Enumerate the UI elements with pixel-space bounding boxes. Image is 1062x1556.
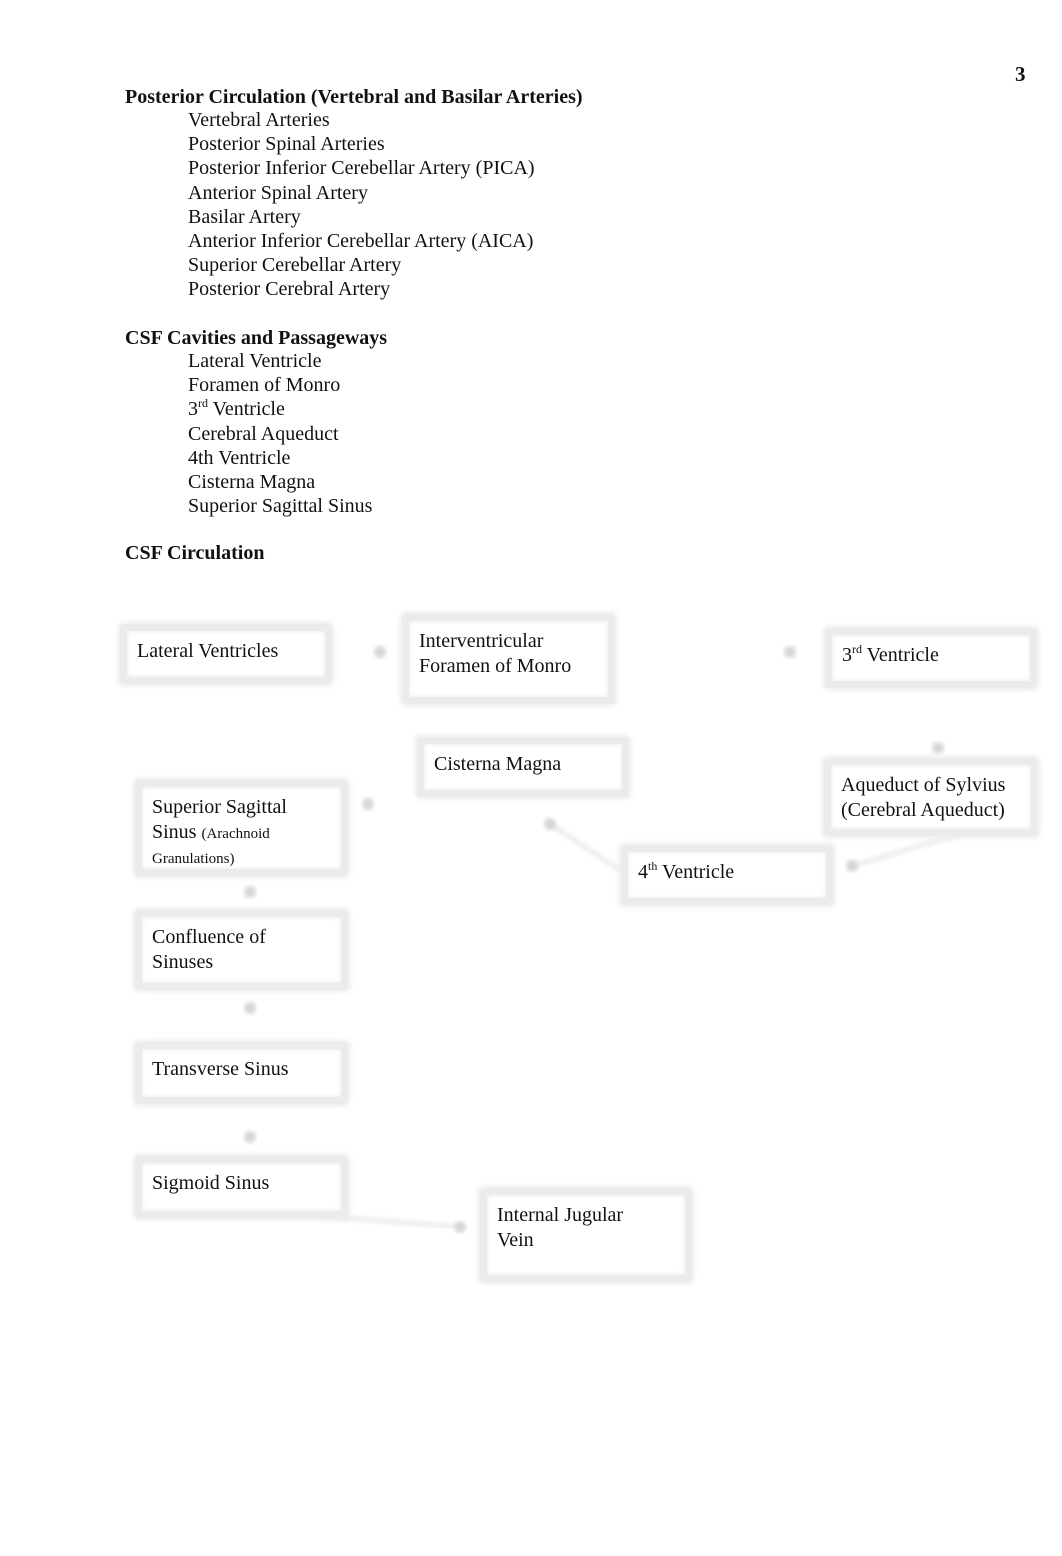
node-transverse-sinus: Transverse Sinus [135, 1042, 348, 1104]
node-text: Sinus [152, 821, 197, 843]
node-label: Aqueduct of Sylvius [841, 774, 1006, 796]
node-label: Cisterna Magna [434, 753, 562, 775]
node-label: (Cerebral Aqueduct) [841, 799, 1005, 821]
list-item: Anterior Spinal Artery [188, 181, 368, 204]
arrow-third-to-aqueduct [932, 690, 944, 754]
node-sigmoid-sinus: Sigmoid Sinus [135, 1156, 348, 1218]
node-superior-sagittal-sinus: Superior Sagittal Sinus (Arachnoid Granu… [135, 780, 348, 876]
ordinal-suffix: rd [852, 642, 862, 656]
ordinal-suffix: rd [198, 396, 208, 411]
ordinal-number: 4 [638, 861, 648, 883]
arrow-fourth-to-cisterna [544, 818, 622, 873]
ordinal-number: 3 [842, 644, 852, 666]
item-text: Ventricle [208, 398, 285, 421]
list-item: Superior Cerebellar Artery [188, 254, 402, 277]
node-text: Ventricle [657, 861, 735, 883]
node-confluence-of-sinuses: Confluence of Sinuses [135, 910, 348, 990]
list-item: Superior Sagittal Sinus [188, 495, 373, 518]
node-fourth-ventricle: 4th Ventricle [621, 845, 833, 905]
node-lateral-ventricles: Lateral Ventricles [120, 624, 332, 684]
arrow-lateral-to-monro [332, 646, 386, 658]
node-internal-jugular-vein: Internal Jugular Vein [480, 1188, 692, 1282]
posterior-circulation-list: Vertebral Arteries Posterior Spinal Arte… [188, 108, 535, 302]
ordinal-number: 3 [188, 398, 198, 421]
list-item: Foramen of Monro [188, 374, 341, 397]
node-label: Transverse Sinus [152, 1058, 289, 1080]
node-label: 3rd Ventricle [842, 643, 1020, 668]
node-label: Interventricular [419, 630, 544, 652]
node-third-ventricle: 3rd Ventricle [825, 628, 1037, 688]
list-item: Lateral Ventricle [188, 350, 322, 372]
arrow-sss-to-confluence [244, 876, 256, 898]
node-label: Lateral Ventricles [137, 640, 279, 662]
node-label: Sinuses [152, 951, 214, 973]
node-label: Sinus (Arachnoid Granulations) [152, 820, 331, 870]
list-item: Posterior Spinal Arteries [188, 133, 385, 156]
node-interventricular-foramen: Interventricular Foramen of Monro [402, 614, 615, 704]
list-item: 3rd Ventricle [188, 397, 372, 421]
node-label: Internal Jugular [497, 1204, 624, 1226]
page-number: 3 [1015, 62, 1026, 86]
list-item: Cisterna Magna [188, 471, 316, 494]
heading-csf-circulation: CSF Circulation [125, 542, 265, 564]
csf-cavities-list: Lateral Ventricle Foramen of Monro 3rd V… [188, 349, 372, 518]
list-item: Posterior Cerebral Artery [188, 278, 391, 301]
arrow-aqueduct-to-fourth [846, 831, 961, 872]
arrow-transverse-to-sigmoid [244, 1104, 256, 1143]
node-label: Vein [497, 1229, 534, 1251]
arrow-confluence-to-transverse [244, 990, 256, 1014]
node-label: Superior Sagittal [152, 796, 287, 818]
node-label: Confluence of [152, 926, 266, 948]
node-label: Sigmoid Sinus [152, 1172, 270, 1194]
heading-csf-cavities: CSF Cavities and Passageways [125, 327, 388, 349]
list-item: Anterior Inferior Cerebellar Artery (AIC… [188, 230, 534, 253]
list-item: Vertebral Arteries [188, 109, 330, 131]
node-label: 4th Ventricle [638, 860, 816, 885]
list-item: Posterior Inferior Cerebellar Artery (PI… [188, 157, 535, 180]
node-aqueduct-of-sylvius: Aqueduct of Sylvius (Cerebral Aqueduct) [824, 758, 1038, 836]
list-item: Basilar Artery [188, 205, 301, 228]
ordinal-suffix: th [648, 859, 658, 873]
heading-posterior-circulation: Posterior Circulation (Vertebral and Bas… [125, 86, 583, 108]
list-item: Cerebral Aqueduct [188, 422, 339, 445]
node-label: Foramen of Monro [419, 655, 572, 677]
arrow-monro-to-third [615, 646, 796, 658]
arrow-cisterna-to-sss [362, 798, 410, 810]
node-text: Ventricle [862, 644, 939, 666]
node-cisterna-magna: Cisterna Magna [417, 737, 629, 797]
list-item: 4th Ventricle [188, 446, 291, 469]
